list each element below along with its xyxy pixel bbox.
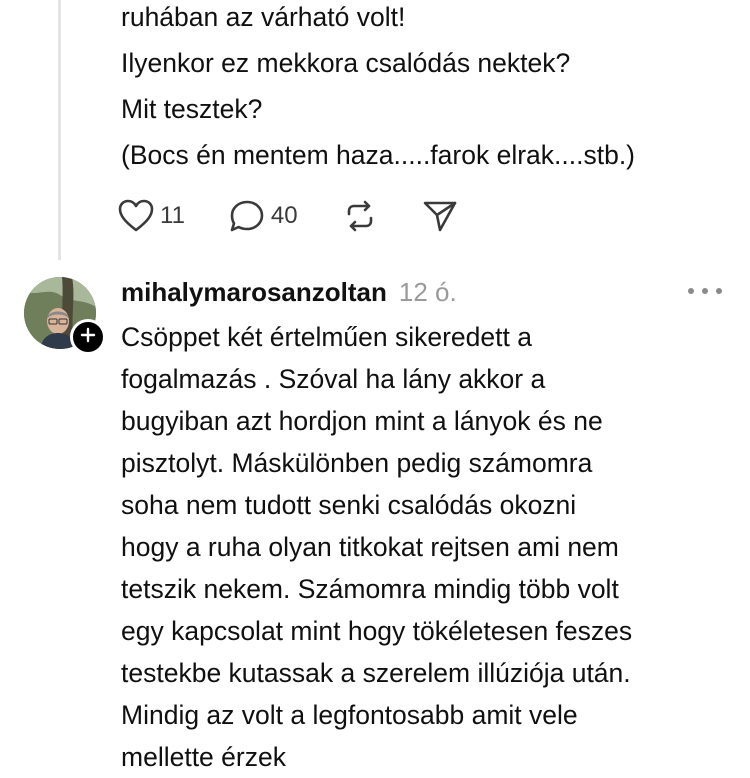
comment-line: hogy a ruha olyan titkokat rejtsen ami n… [121, 532, 619, 562]
comment-line: tetszik nekem. Számomra mindig több volt [121, 574, 619, 604]
send-icon [422, 199, 458, 233]
comment-text: Csöppet két értelműen sikeredett a fogal… [121, 316, 741, 778]
avatar[interactable] [24, 277, 106, 355]
thread-line [58, 0, 61, 260]
follow-button[interactable] [70, 319, 106, 355]
plus-icon [80, 327, 96, 348]
timestamp[interactable]: 12 ó. [399, 277, 457, 308]
comment-header: mihalymarosanzoltan 12 ó. [121, 273, 457, 311]
dot [716, 288, 722, 294]
heart-icon [118, 199, 154, 233]
comment-line: fogalmazás . Szóval ha lány akkor a [121, 364, 546, 394]
comment-line: Csöppet két értelműen sikeredett a [121, 322, 532, 352]
comment-line: pisztolyt. Máskülönben pedig számomra [121, 448, 593, 478]
previous-comment-line: Ilyenkor ez mekkora csalódás nektek? [121, 48, 571, 78]
previous-comment-line: (Bocs én mentem haza.....farok elrak....… [121, 140, 636, 170]
dot [702, 288, 708, 294]
like-count: 11 [160, 202, 185, 229]
comment-line: bugyiban azt hordjon mint a lányok és ne [121, 406, 603, 436]
share-button[interactable] [422, 199, 458, 233]
previous-comment-line: Mit tesztek? [121, 94, 263, 124]
username[interactable]: mihalymarosanzoltan [121, 277, 387, 308]
comment-line: testekbe kutassak a szerelem illúziója u… [121, 658, 631, 688]
previous-comment-line: ruhában az várható volt! [121, 2, 406, 32]
repost-button[interactable] [342, 199, 378, 233]
comment-line: soha nem tudott senki csalódás okozni [121, 490, 577, 520]
reply-count: 40 [270, 202, 298, 229]
repost-icon [342, 199, 378, 233]
reply-button[interactable]: 40 [229, 199, 298, 233]
more-dots-icon[interactable] [688, 280, 722, 302]
comment-line: Mindig az volt a legfontosabb amit vele [121, 700, 578, 730]
previous-comment-text: ruhában az várható volt! Ilyenkor ez mek… [121, 0, 741, 178]
comment-line: mellette érzek [121, 742, 286, 772]
previous-comment-actions: 11 40 [118, 196, 502, 236]
like-button[interactable]: 11 [118, 199, 185, 233]
speech-bubble-icon [229, 199, 265, 233]
dot [688, 288, 694, 294]
comment-line: egy kapcsolat mint hogy tökéletesen fesz… [121, 616, 633, 646]
